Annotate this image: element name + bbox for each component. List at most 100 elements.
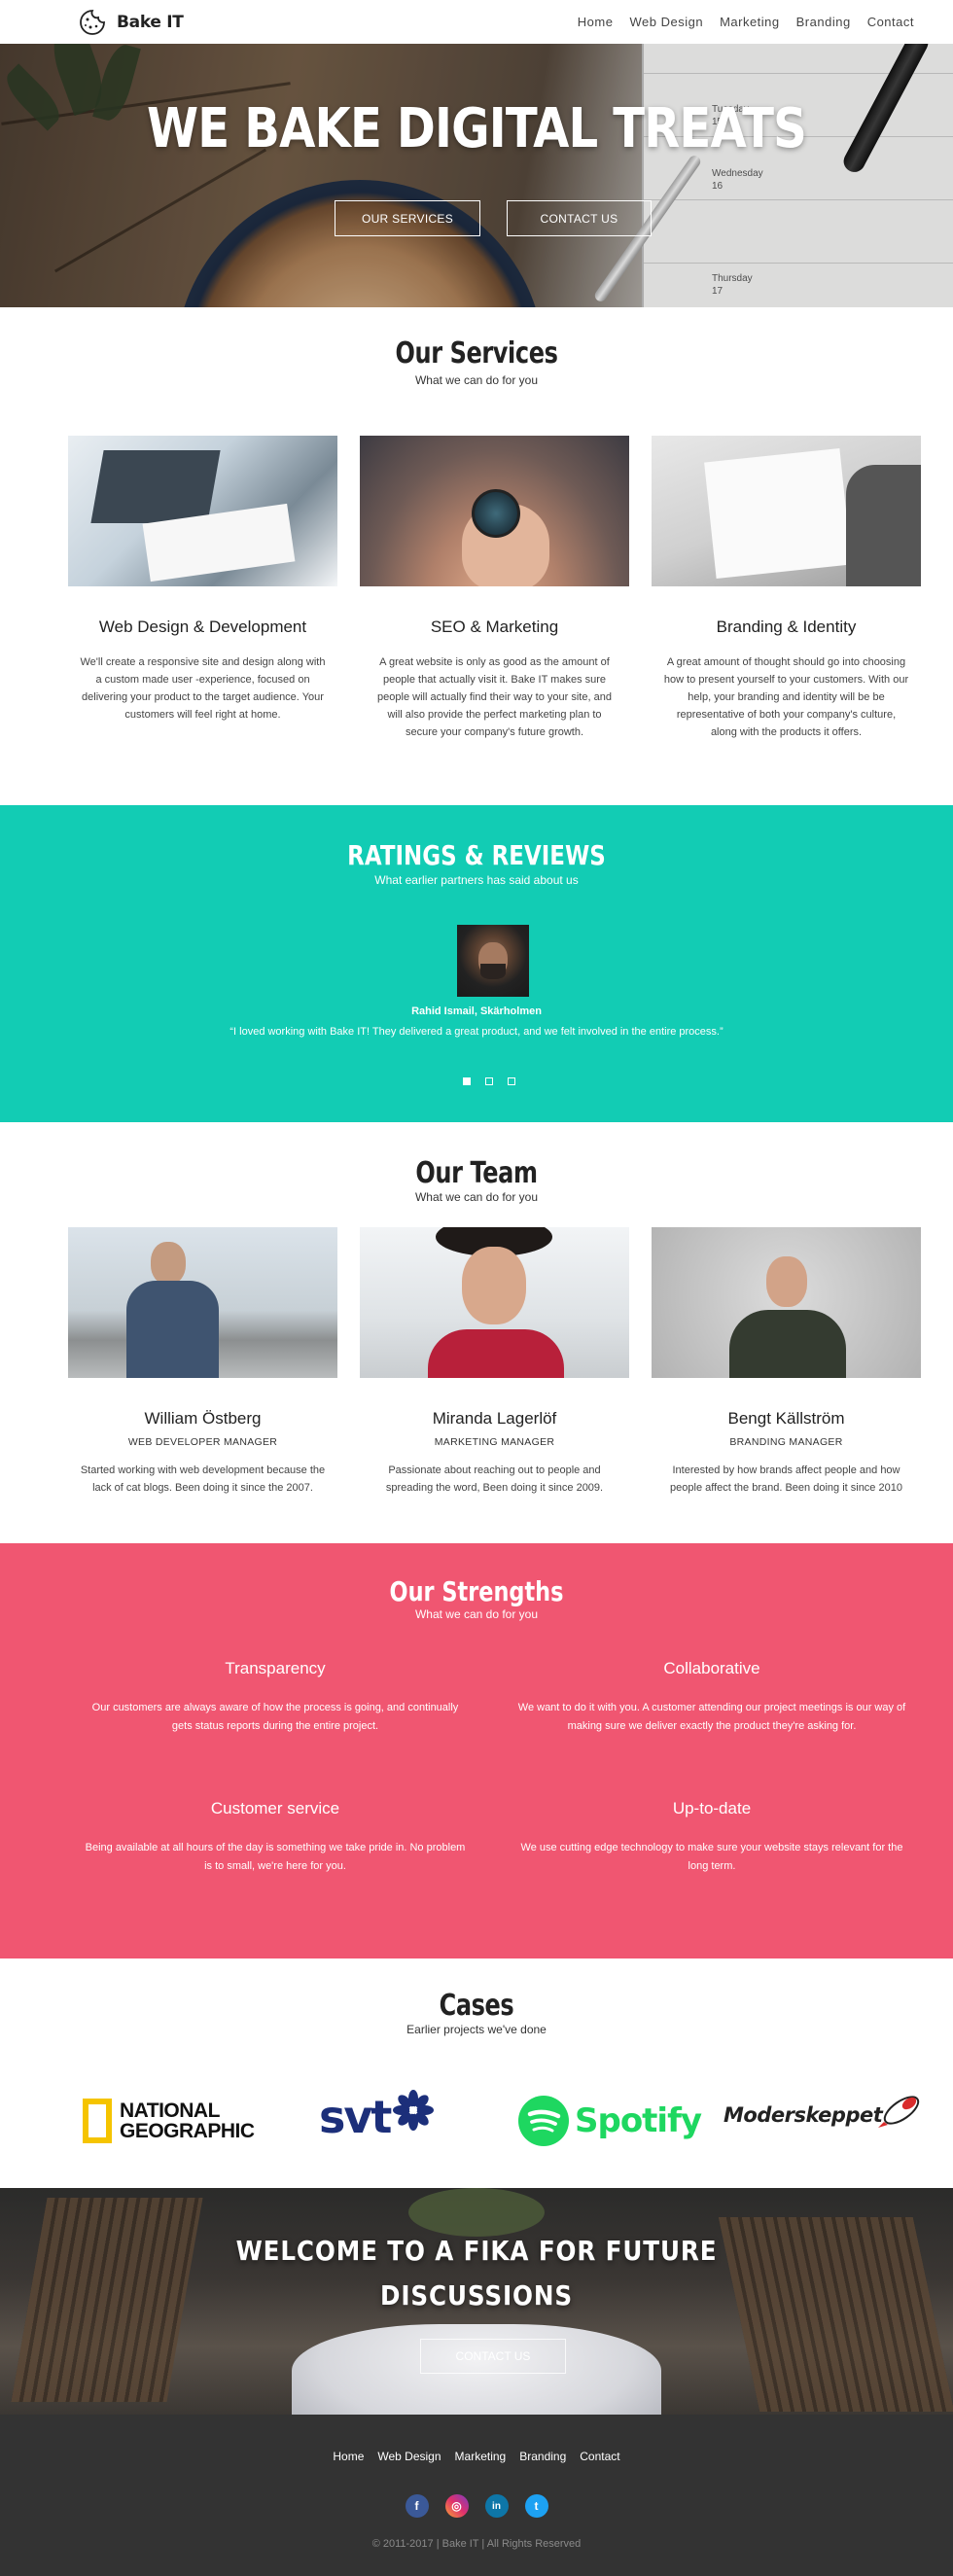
footer-nav-branding[interactable]: Branding: [519, 2450, 566, 2463]
footer-nav-contact[interactable]: Contact: [580, 2450, 619, 2463]
facebook-icon[interactable]: f: [405, 2494, 429, 2518]
nav-branding[interactable]: Branding: [796, 15, 851, 29]
member-text-bengt: Interested by how brands affect people a…: [670, 1464, 902, 1494]
strength-text-customer-service: Being available at all hours of the day …: [85, 1842, 466, 1872]
service-text-seo: A great website is only as good as the a…: [377, 656, 612, 738]
strength-title-customer-service: Customer service: [210, 1799, 340, 1817]
carousel-dots: [463, 1077, 515, 1085]
natgeo-line1: NATIONAL: [120, 2100, 220, 2122]
hero: Tuesday 15 Wednesday 16 Thursday 17 WE B…: [0, 44, 953, 307]
team-photo-miranda: [360, 1227, 629, 1378]
carousel-dot-3[interactable]: [508, 1077, 515, 1085]
svt-flower-icon: [393, 2090, 435, 2131]
cases-title: Cases: [439, 1989, 514, 2023]
carousel-dot-1[interactable]: [463, 1077, 471, 1085]
review-quote: “I loved working with Bake IT! They deli…: [229, 1026, 724, 1038]
ratings-title: RATINGS & REVIEWS: [347, 839, 606, 871]
strengths-subtitle: What we can do for you: [414, 1607, 539, 1621]
linkedin-icon[interactable]: in: [484, 2494, 509, 2518]
services-title: Our Services: [395, 336, 558, 371]
strength-text-up-to-date: We use cutting edge technology to make s…: [520, 1842, 903, 1872]
laptop-screen: [90, 450, 221, 523]
face: [766, 1256, 807, 1307]
compass: [472, 489, 520, 538]
strengths-section: Our Strengths What we can do for you Tra…: [0, 1543, 953, 1958]
service-image-web-design: [68, 436, 337, 586]
strength-text-collaborative: We want to do it with you. A customer at…: [517, 1702, 906, 1732]
page: Bake IT Home Web Design Marketing Brandi…: [0, 0, 953, 2576]
logo[interactable]: Bake IT: [78, 8, 184, 37]
service-image-branding: [652, 436, 921, 586]
instagram-icon[interactable]: ◎: [444, 2494, 469, 2518]
beard: [480, 964, 506, 979]
strength-title-up-to-date: Up-to-date: [672, 1799, 752, 1817]
footer-menu: Home Web Design Marketing Branding Conta…: [0, 2450, 953, 2463]
welcome-title: WELCOME TO A FIKA FOR FUTURE DISCUSSIONS: [57, 2229, 896, 2318]
shirt: [126, 1281, 219, 1378]
member-role-miranda: MARKETING MANAGER: [434, 1436, 555, 1448]
ratings-section: RATINGS & REVIEWS What earlier partners …: [0, 805, 953, 1122]
service-image-seo: [360, 436, 629, 586]
shirt: [729, 1310, 846, 1378]
member-role-bengt: BRANDING MANAGER: [729, 1436, 843, 1448]
top: [428, 1329, 564, 1378]
strength-title-transparency: Transparency: [225, 1659, 326, 1677]
member-role-william: WEB DEVELOPER MANAGER: [127, 1436, 278, 1448]
main-menu: Home Web Design Marketing Branding Conta…: [578, 15, 914, 29]
member-text-miranda: Passionate about reaching out to people …: [385, 1464, 604, 1494]
moderskeppet-logo: Moderskeppet: [724, 2096, 923, 2130]
reviewer-name: Rahid Ismail, Skärholmen: [411, 1006, 542, 1017]
member-name-bengt: Bengt Källström: [727, 1409, 845, 1428]
strength-text-transparency: Our customers are always aware of how th…: [91, 1702, 459, 1732]
nav-web-design[interactable]: Web Design: [629, 15, 703, 29]
welcome-line1: WELCOME TO A FIKA FOR FUTURE: [235, 2235, 718, 2267]
team-title: Our Team: [415, 1156, 538, 1190]
our-services-button[interactable]: OUR SERVICES: [335, 200, 480, 236]
twitter-icon[interactable]: t: [524, 2494, 548, 2518]
contact-us-button[interactable]: CONTACT US: [507, 200, 652, 236]
spotify-icon: [518, 2096, 569, 2146]
natgeo-line2: GEOGRAPHIC: [120, 2120, 255, 2142]
welcome-line2: DISCUSSIONS: [379, 2279, 573, 2311]
nav-contact[interactable]: Contact: [867, 15, 914, 29]
spotify-logo: Spotify: [518, 2096, 702, 2146]
hero-overlay: [0, 44, 953, 307]
social-links: f ◎ in t: [0, 2494, 953, 2518]
carousel-dot-2[interactable]: [485, 1077, 493, 1085]
member-name-william: William Östberg: [144, 1409, 262, 1428]
nav-home[interactable]: Home: [578, 15, 614, 29]
cookie-icon: [80, 9, 105, 35]
footer-nav-marketing[interactable]: Marketing: [455, 2450, 507, 2463]
svt-text: svt: [319, 2091, 392, 2143]
hero-title: WE BAKE DIGITAL TREATS: [147, 97, 807, 160]
footer: Home Web Design Marketing Branding Conta…: [0, 2415, 953, 2576]
welcome-contact-button[interactable]: CONTACT US: [420, 2339, 566, 2374]
footer-nav-web-design[interactable]: Web Design: [377, 2450, 441, 2463]
member-name-miranda: Miranda Lagerlöf: [432, 1409, 557, 1428]
ratings-subtitle: What earlier partners has said about us: [374, 873, 579, 887]
cases-subtitle: Earlier projects we've done: [406, 2023, 547, 2036]
spotify-text: Spotify: [575, 2101, 702, 2140]
brand-name: Bake IT: [117, 12, 184, 32]
service-text-branding: A great amount of thought should go into…: [663, 656, 909, 738]
top-nav: Bake IT Home Web Design Marketing Brandi…: [0, 0, 953, 44]
strengths-title: Our Strengths: [389, 1575, 564, 1607]
rocket-icon: [878, 2096, 920, 2128]
reviewer-avatar: [457, 925, 529, 997]
member-text-william: Started working with web development bec…: [80, 1464, 326, 1494]
service-title-web: Web Design & Development: [98, 618, 307, 636]
service-title-seo: SEO & Marketing: [430, 618, 559, 636]
team-photo-william: [68, 1227, 337, 1378]
services-subtitle: What we can do for you: [414, 373, 539, 387]
service-text-web: We'll create a responsive site and desig…: [80, 656, 326, 721]
team-subtitle: What we can do for you: [414, 1190, 539, 1204]
person-arm: [846, 465, 921, 586]
strength-title-collaborative: Collaborative: [663, 1659, 760, 1677]
team-photo-bengt: [652, 1227, 921, 1378]
nav-marketing[interactable]: Marketing: [720, 15, 780, 29]
service-title-branding: Branding & Identity: [716, 618, 857, 636]
face: [462, 1247, 526, 1324]
svt-logo: svt: [319, 2090, 435, 2143]
footer-nav-home[interactable]: Home: [333, 2450, 364, 2463]
welcome-section: WELCOME TO A FIKA FOR FUTURE DISCUSSIONS…: [0, 2188, 953, 2415]
